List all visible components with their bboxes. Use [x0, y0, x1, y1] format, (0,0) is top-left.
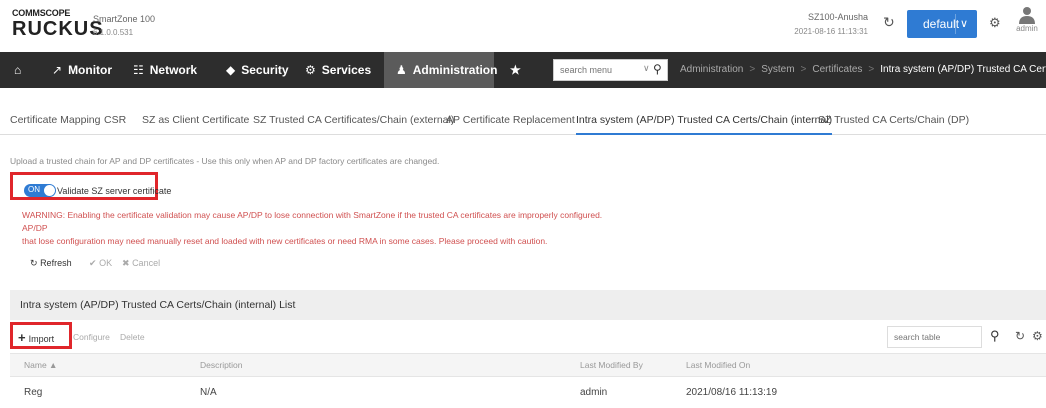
nav-security[interactable]: ◆ Security — [226, 52, 289, 88]
certificate-tabs: Certificate Mapping CSR SZ as Client Cer… — [0, 105, 1046, 135]
toggle-knob — [44, 185, 55, 196]
breadcrumb-separator: > — [868, 64, 875, 75]
delete-button[interactable]: Delete — [120, 332, 145, 342]
product-name: SmartZone 100 — [93, 14, 156, 24]
configure-button[interactable]: Configure — [73, 332, 110, 342]
cell-last-modified-by: admin — [580, 387, 608, 398]
table-search[interactable] — [887, 326, 982, 348]
ok-label: OK — [99, 258, 113, 268]
column-header-last-modified-by[interactable]: Last Modified By — [580, 360, 643, 370]
breadcrumb-separator: > — [749, 64, 756, 75]
breadcrumb-item[interactable]: Administration — [680, 64, 743, 75]
home-icon: ⌂ — [14, 63, 22, 77]
nav-network[interactable]: ☷ Network — [133, 52, 197, 88]
product-version: 6.1.0.0.531 — [93, 28, 134, 37]
validate-label: Validate SZ server certificate — [57, 186, 172, 196]
main-navbar: ⌂ ↗ Monitor ☷ Network ◆ Security ⚙ Services … — [0, 52, 1046, 88]
nav-monitor[interactable]: ↗ Monitor — [52, 52, 112, 88]
import-label: Import — [28, 334, 55, 344]
upload-note: Upload a trusted chain for AP and DP cer… — [10, 156, 440, 166]
table-search-input[interactable] — [888, 327, 980, 347]
refresh-icon: ↻ — [30, 258, 38, 268]
network-icon: ☷ — [133, 63, 144, 77]
list-title: Intra system (AP/DP) Trusted CA Certs/Ch… — [20, 299, 296, 311]
nav-home[interactable]: ⌂ — [14, 52, 21, 88]
search-icon[interactable]: ⚲ — [990, 328, 1000, 344]
search-icon[interactable]: ⚲ — [653, 62, 662, 76]
gear-icon[interactable]: ⚙ — [989, 15, 1001, 31]
admin-user-icon: ♟ — [396, 63, 407, 77]
nav-services[interactable]: ⚙ Services — [305, 52, 371, 88]
refresh-icon[interactable]: ↻ — [1015, 329, 1025, 343]
cell-last-modified-on: 2021/08/16 11:13:19 — [686, 387, 778, 398]
nav-administration[interactable]: ♟ Administration — [384, 52, 497, 88]
breadcrumb: Administration > System > Certificates > Intra… — [680, 52, 1046, 88]
nav-security-label: Security — [241, 63, 289, 77]
plus-icon: + — [18, 330, 26, 345]
host-name: SZ100-Anusha — [807, 12, 868, 22]
tab-intra-system-internal[interactable]: Intra system (AP/DP) Trusted CA Certs/Ch… — [576, 105, 833, 135]
column-header-description[interactable]: Description — [200, 360, 243, 370]
warning-line: WARNING: Enabling the certificate valida… — [22, 210, 603, 233]
cancel-button[interactable]: ✖ Cancel — [122, 258, 160, 269]
domain-select-button[interactable]: default ∨ — [907, 10, 977, 38]
column-header-last-modified-on[interactable]: Last Modified On — [686, 360, 750, 370]
breadcrumb-item[interactable]: System — [761, 64, 794, 75]
star-icon: ★ — [510, 63, 521, 77]
breadcrumb-separator: > — [800, 64, 807, 75]
close-icon: ✖ — [122, 258, 130, 268]
check-icon: ✔ — [89, 258, 97, 268]
refresh-icon[interactable]: ↻ — [883, 15, 897, 29]
warning-text: WARNING: Enabling the certificate valida… — [22, 209, 622, 248]
tab-ap-certificate-replacement[interactable]: AP Certificate Replacement — [446, 105, 575, 135]
logo-brand-top: COMMSCOPE — [12, 8, 71, 18]
menu-search[interactable]: ∨ ⚲ — [553, 59, 668, 81]
chevron-down-icon: ∨ — [955, 14, 971, 34]
toggle-state-label: ON — [28, 185, 40, 194]
shield-icon: ◆ — [226, 63, 236, 77]
tab-sz-trusted-ca-dp[interactable]: SZ Trusted CA Certs/Chain (DP) — [818, 105, 969, 135]
cell-name: Reg — [24, 387, 43, 398]
validate-toggle[interactable]: ON — [24, 184, 56, 197]
nav-administration-label: Administration — [412, 63, 498, 77]
app-header: COMMSCOPE RUCKUS SmartZone 100 6.1.0.0.5… — [0, 0, 1046, 46]
gears-icon: ⚙ — [305, 63, 316, 77]
refresh-label: Refresh — [40, 258, 72, 268]
cell-description: N/A — [200, 387, 217, 398]
cancel-label: Cancel — [132, 258, 161, 268]
menu-search-input[interactable] — [554, 60, 644, 80]
nav-monitor-label: Monitor — [68, 63, 113, 77]
ok-button[interactable]: ✔ OK — [89, 258, 112, 269]
tab-certificate-mapping[interactable]: Certificate Mapping — [10, 105, 100, 135]
nav-services-label: Services — [321, 63, 372, 77]
logo-brand-main: RUCKUS — [12, 18, 104, 40]
breadcrumb-item[interactable]: Certificates — [812, 64, 862, 75]
column-header-name[interactable]: Name ▲ — [24, 360, 57, 370]
tab-csr[interactable]: CSR — [104, 105, 126, 135]
table-header: Name ▲ Description Last Modified By Last… — [10, 353, 1046, 377]
user-icon — [1019, 7, 1035, 24]
user-label: admin — [1016, 24, 1038, 33]
chevron-down-icon: ∨ — [643, 63, 650, 73]
host-time: 2021-08-16 11:13:31 — [794, 27, 868, 36]
refresh-button[interactable]: ↻ Refresh — [30, 258, 72, 269]
monitor-icon: ↗ — [52, 63, 63, 77]
gear-icon[interactable]: ⚙ — [1032, 329, 1043, 343]
nav-favorites[interactable]: ★ — [510, 52, 521, 88]
table-row[interactable]: Reg N/A admin 2021/08/16 11:13:19 — [10, 378, 1046, 408]
domain-select-label: default — [923, 17, 960, 31]
warning-line: that lose configuration may need manuall… — [22, 236, 548, 246]
user-menu[interactable]: admin — [1012, 6, 1042, 33]
list-header: Intra system (AP/DP) Trusted CA Certs/Ch… — [10, 290, 1046, 320]
nav-network-label: Network — [149, 63, 198, 77]
import-button[interactable]: + Import — [18, 330, 54, 345]
tab-sz-client-certificate[interactable]: SZ as Client Certificate — [142, 105, 249, 135]
tab-sz-trusted-ca-external[interactable]: SZ Trusted CA Certificates/Chain (extern… — [253, 105, 454, 135]
breadcrumb-current: Intra system (AP/DP) Trusted CA Certs/Ch… — [880, 64, 1046, 75]
